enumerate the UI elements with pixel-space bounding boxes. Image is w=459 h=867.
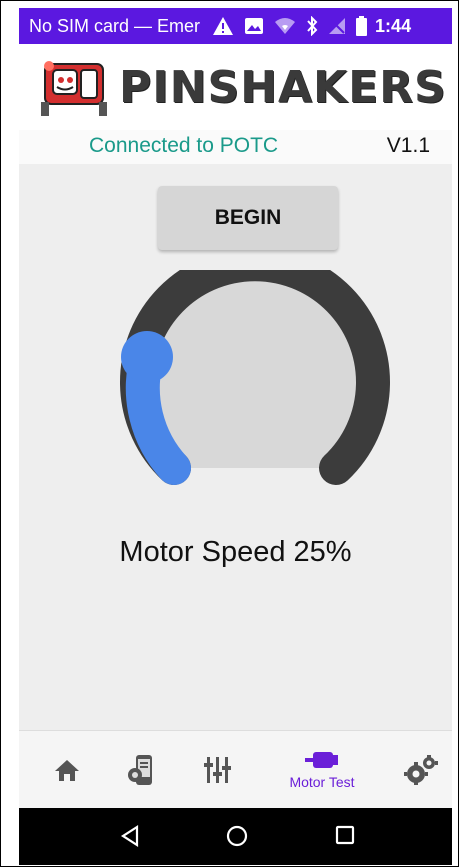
bluetooth-icon <box>307 16 318 36</box>
wifi-icon <box>275 18 296 34</box>
recents-icon <box>335 825 355 845</box>
system-home-button[interactable] <box>225 824 249 853</box>
dial-thumb[interactable] <box>121 331 173 383</box>
connection-row: Connected to POTC V1.1 <box>19 130 452 164</box>
nav-device-config[interactable] <box>119 731 163 809</box>
app-header-logo: PINSHAKERS <box>19 44 452 130</box>
pinball-machine-logo-icon <box>39 56 117 118</box>
warning-icon <box>213 17 234 35</box>
sliders-icon <box>204 757 231 783</box>
begin-button[interactable]: BEGIN <box>158 186 338 250</box>
image-icon <box>245 18 264 34</box>
phone-settings-icon <box>128 755 152 785</box>
nav-settings[interactable] <box>399 731 443 809</box>
connection-status: Connected to POTC <box>89 134 279 157</box>
back-icon <box>120 824 139 848</box>
system-recents-button[interactable] <box>334 824 356 851</box>
app-logo-text: PINSHAKERS <box>119 61 447 113</box>
no-signal-icon <box>329 18 346 34</box>
motor-icon <box>305 752 338 768</box>
version-label: V1.1 <box>386 134 430 157</box>
motor-speed-dial[interactable] <box>113 247 393 490</box>
battery-icon <box>356 16 368 36</box>
gears-icon <box>404 755 438 785</box>
phone-screen: No SIM card — Emer 1:44 PINSHAKERS Conne… <box>19 8 452 865</box>
nav-motor-test-label: Motor Test <box>289 774 355 790</box>
nav-adjustments[interactable] <box>195 731 239 809</box>
status-bar: No SIM card — Emer 1:44 <box>19 8 452 44</box>
carrier-text: No SIM card — Emer <box>29 15 201 36</box>
status-icons <box>212 16 368 36</box>
home-icon <box>55 760 79 781</box>
status-time: 1:44 <box>375 15 412 36</box>
motor-speed-label: Motor Speed 25% <box>119 536 352 568</box>
nav-motor-test[interactable]: Motor Test <box>267 731 377 809</box>
home-circle-icon <box>226 825 248 847</box>
bottom-navigation: Motor Test <box>19 730 452 809</box>
system-back-button[interactable] <box>119 824 141 853</box>
system-navigation-bar <box>19 808 452 865</box>
nav-home[interactable] <box>45 731 89 809</box>
